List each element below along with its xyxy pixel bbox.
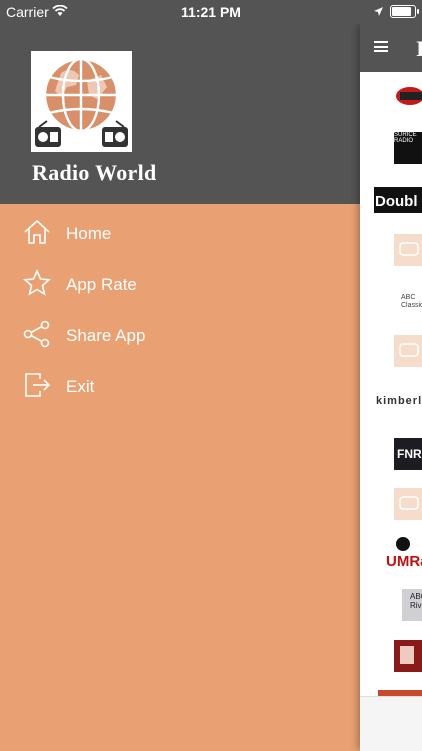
station-logo-text: SURICE RADIO: [394, 132, 422, 164]
star-icon: [23, 269, 51, 297]
battery-icon: [390, 5, 419, 18]
station-logo-mark: [396, 537, 410, 551]
station-logo[interactable]: [374, 636, 422, 676]
app-logo: [31, 51, 132, 152]
home-icon: [23, 218, 51, 246]
main-title-fragment: I: [416, 36, 422, 61]
station-logo[interactable]: [374, 331, 422, 371]
main-navbar: I: [360, 24, 422, 72]
station-logo-text: UMRad: [386, 553, 422, 570]
drawer-header: Radio World: [0, 24, 422, 204]
station-logo-text: ABC Classic: [401, 294, 422, 309]
station-logo[interactable]: UMRad: [374, 536, 422, 576]
station-logo[interactable]: Doubl: [374, 181, 422, 221]
menu-item-label: Exit: [66, 377, 95, 396]
clock: 11:21 PM: [181, 4, 241, 20]
station-logo-text: Doubl: [375, 193, 418, 210]
station-logo[interactable]: [374, 484, 422, 524]
station-logo[interactable]: SURICE RADIO: [374, 128, 422, 168]
station-logo[interactable]: FNR: [374, 434, 422, 474]
share-icon: [23, 320, 51, 348]
menu-item-share-app[interactable]: Share App: [0, 310, 360, 356]
exit-icon: [23, 371, 51, 399]
station-logo-text: FNR: [397, 447, 422, 461]
bottom-bar: [360, 696, 422, 751]
station-logo[interactable]: [374, 76, 422, 116]
station-logo[interactable]: kimberley: [374, 382, 422, 422]
menu-item-label: Share App: [66, 326, 146, 345]
menu-item-label: Home: [66, 224, 112, 243]
main-content-panel: I SURICE RADIO Doubl ABC Classic kimberl…: [360, 24, 422, 751]
station-logo[interactable]: ABC Riverina: [374, 586, 422, 626]
station-logo[interactable]: ABC Classic: [374, 282, 422, 322]
status-bar: Carrier 11:21 PM: [0, 0, 422, 24]
station-logo-text: ABC Riverina: [410, 592, 422, 610]
station-logo-text: kimberley: [376, 395, 422, 407]
menu-item-app-rate[interactable]: App Rate: [0, 259, 360, 305]
menu-item-exit[interactable]: Exit: [0, 361, 360, 407]
station-logo[interactable]: [374, 230, 422, 270]
app-title: Radio World: [32, 160, 157, 185]
location-arrow-icon: [373, 4, 384, 20]
hamburger-menu-icon[interactable]: [374, 41, 388, 52]
menu-item-label: App Rate: [66, 275, 137, 294]
menu-item-home[interactable]: Home: [0, 208, 360, 254]
